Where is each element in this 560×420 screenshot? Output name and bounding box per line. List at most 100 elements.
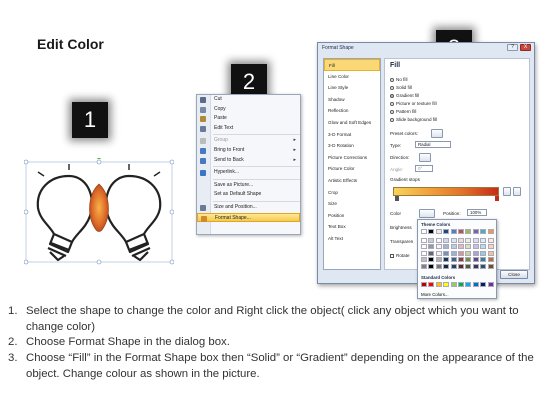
theme-color-swatch[interactable] xyxy=(428,264,435,269)
theme-color-swatch[interactable] xyxy=(472,237,479,243)
theme-color-swatch[interactable] xyxy=(421,229,427,234)
nav-item-4[interactable]: Reflection xyxy=(324,105,380,117)
theme-color-swatch[interactable] xyxy=(487,237,494,243)
theme-color-swatch[interactable] xyxy=(428,250,435,256)
nav-item-12[interactable]: Size xyxy=(324,198,380,210)
close-button[interactable]: Close xyxy=(500,270,528,279)
rotate-checkbox[interactable] xyxy=(390,253,394,258)
menu-item-1[interactable]: Copy xyxy=(197,105,300,115)
more-colors-link[interactable]: More Colors... xyxy=(421,292,449,297)
theme-color-swatch[interactable] xyxy=(487,264,494,269)
standard-color-swatch[interactable] xyxy=(435,282,442,287)
standard-color-swatch[interactable] xyxy=(472,282,479,287)
theme-color-swatch[interactable] xyxy=(450,237,457,243)
theme-color-swatch[interactable] xyxy=(450,250,457,256)
standard-color-swatch[interactable] xyxy=(450,282,457,287)
theme-color-swatch[interactable] xyxy=(458,229,464,234)
theme-color-swatch[interactable] xyxy=(450,257,457,263)
type-select[interactable]: Radial xyxy=(415,141,451,148)
radio-button[interactable] xyxy=(390,93,394,98)
theme-color-swatch[interactable] xyxy=(472,229,479,234)
gradient-stops-bar[interactable] xyxy=(393,187,499,196)
theme-color-swatch[interactable] xyxy=(435,257,442,263)
radio-button[interactable] xyxy=(390,77,394,82)
theme-color-swatch[interactable] xyxy=(435,264,442,269)
theme-color-swatch[interactable] xyxy=(458,237,464,243)
theme-color-swatch[interactable] xyxy=(465,244,472,250)
nav-item-8[interactable]: Picture Corrections xyxy=(324,152,380,164)
theme-color-swatch[interactable] xyxy=(487,257,494,263)
theme-color-swatch[interactable] xyxy=(435,237,442,243)
menu-item-10[interactable]: Size and Position... xyxy=(197,203,300,213)
standard-color-swatch[interactable] xyxy=(458,282,464,287)
menu-item-5[interactable]: Bring to Front ▸ xyxy=(197,146,300,156)
theme-color-swatch[interactable] xyxy=(435,229,442,234)
menu-item-8[interactable]: Save as Picture... xyxy=(197,181,300,191)
theme-color-swatch[interactable] xyxy=(480,229,487,234)
menu-item-0[interactable]: Cut xyxy=(197,95,300,105)
menu-item-11[interactable]: Format Shape... xyxy=(197,212,300,223)
radio-button[interactable] xyxy=(390,109,394,114)
theme-color-swatch[interactable] xyxy=(428,257,435,263)
close-x-button[interactable]: X xyxy=(520,44,531,51)
nav-item-6[interactable]: 3-D Format xyxy=(324,129,380,141)
radio-button[interactable] xyxy=(390,101,394,106)
theme-color-swatch[interactable] xyxy=(480,244,487,250)
menu-item-9[interactable]: Set as Default Shape xyxy=(197,190,300,200)
theme-color-swatch[interactable] xyxy=(443,250,450,256)
theme-color-swatch[interactable] xyxy=(450,244,457,250)
theme-color-swatch[interactable] xyxy=(428,229,435,234)
theme-color-swatch[interactable] xyxy=(450,229,457,234)
nav-item-1[interactable]: Line Color xyxy=(324,71,380,83)
theme-color-swatch[interactable] xyxy=(450,264,457,269)
theme-color-swatch[interactable] xyxy=(458,244,464,250)
theme-color-swatch[interactable] xyxy=(428,237,435,243)
help-button[interactable]: ? xyxy=(507,44,518,51)
menu-item-2[interactable]: Paste xyxy=(197,114,300,124)
theme-color-swatch[interactable] xyxy=(435,244,442,250)
standard-color-swatch[interactable] xyxy=(465,282,472,287)
fill-option-5[interactable]: Slide background fill xyxy=(390,116,437,123)
menu-item-7[interactable]: Hyperlink... xyxy=(197,168,300,178)
standard-color-swatch[interactable] xyxy=(421,282,427,287)
theme-color-swatch[interactable] xyxy=(480,250,487,256)
gradient-stop-handle[interactable] xyxy=(395,196,399,201)
gradient-stop-handle[interactable] xyxy=(495,196,499,201)
theme-color-swatch[interactable] xyxy=(480,257,487,263)
theme-color-swatch[interactable] xyxy=(480,264,487,269)
theme-color-swatch[interactable] xyxy=(428,244,435,250)
theme-color-swatch[interactable] xyxy=(435,250,442,256)
theme-color-swatch[interactable] xyxy=(487,250,494,256)
nav-item-2[interactable]: Line Style xyxy=(324,82,380,94)
theme-color-swatch[interactable] xyxy=(472,264,479,269)
fill-option-4[interactable]: Pattern fill xyxy=(390,108,416,115)
theme-color-swatch[interactable] xyxy=(472,250,479,256)
angle-input[interactable]: 0° xyxy=(415,165,433,172)
menu-item-6[interactable]: Send to Back ▸ xyxy=(197,156,300,166)
theme-color-swatch[interactable] xyxy=(465,264,472,269)
rotate-checkbox-row[interactable]: Rotate xyxy=(390,253,410,258)
fill-option-0[interactable]: No fill xyxy=(390,76,408,83)
menu-item-3[interactable]: Edit Text xyxy=(197,124,300,134)
add-stop-button[interactable] xyxy=(503,187,511,196)
standard-color-swatch[interactable] xyxy=(480,282,487,287)
fill-option-2[interactable]: Gradient fill xyxy=(390,92,419,99)
theme-color-swatch[interactable] xyxy=(421,264,427,269)
theme-color-swatch[interactable] xyxy=(458,250,464,256)
standard-color-swatch[interactable] xyxy=(428,282,435,287)
theme-color-swatch[interactable] xyxy=(443,244,450,250)
theme-color-swatch[interactable] xyxy=(443,264,450,269)
theme-color-swatch[interactable] xyxy=(487,229,494,234)
theme-color-swatch[interactable] xyxy=(465,237,472,243)
theme-color-swatch[interactable] xyxy=(458,264,464,269)
fill-option-1[interactable]: Solid fill xyxy=(390,84,412,91)
theme-color-swatch[interactable] xyxy=(465,257,472,263)
theme-color-swatch[interactable] xyxy=(465,250,472,256)
theme-color-swatch[interactable] xyxy=(465,229,472,234)
remove-stop-button[interactable] xyxy=(513,187,521,196)
theme-color-swatch[interactable] xyxy=(443,257,450,263)
nav-item-15[interactable]: Alt Text xyxy=(324,233,380,245)
color-picker-button[interactable] xyxy=(419,209,435,218)
theme-color-swatch[interactable] xyxy=(487,244,494,250)
nav-item-0[interactable]: Fill xyxy=(324,59,380,71)
